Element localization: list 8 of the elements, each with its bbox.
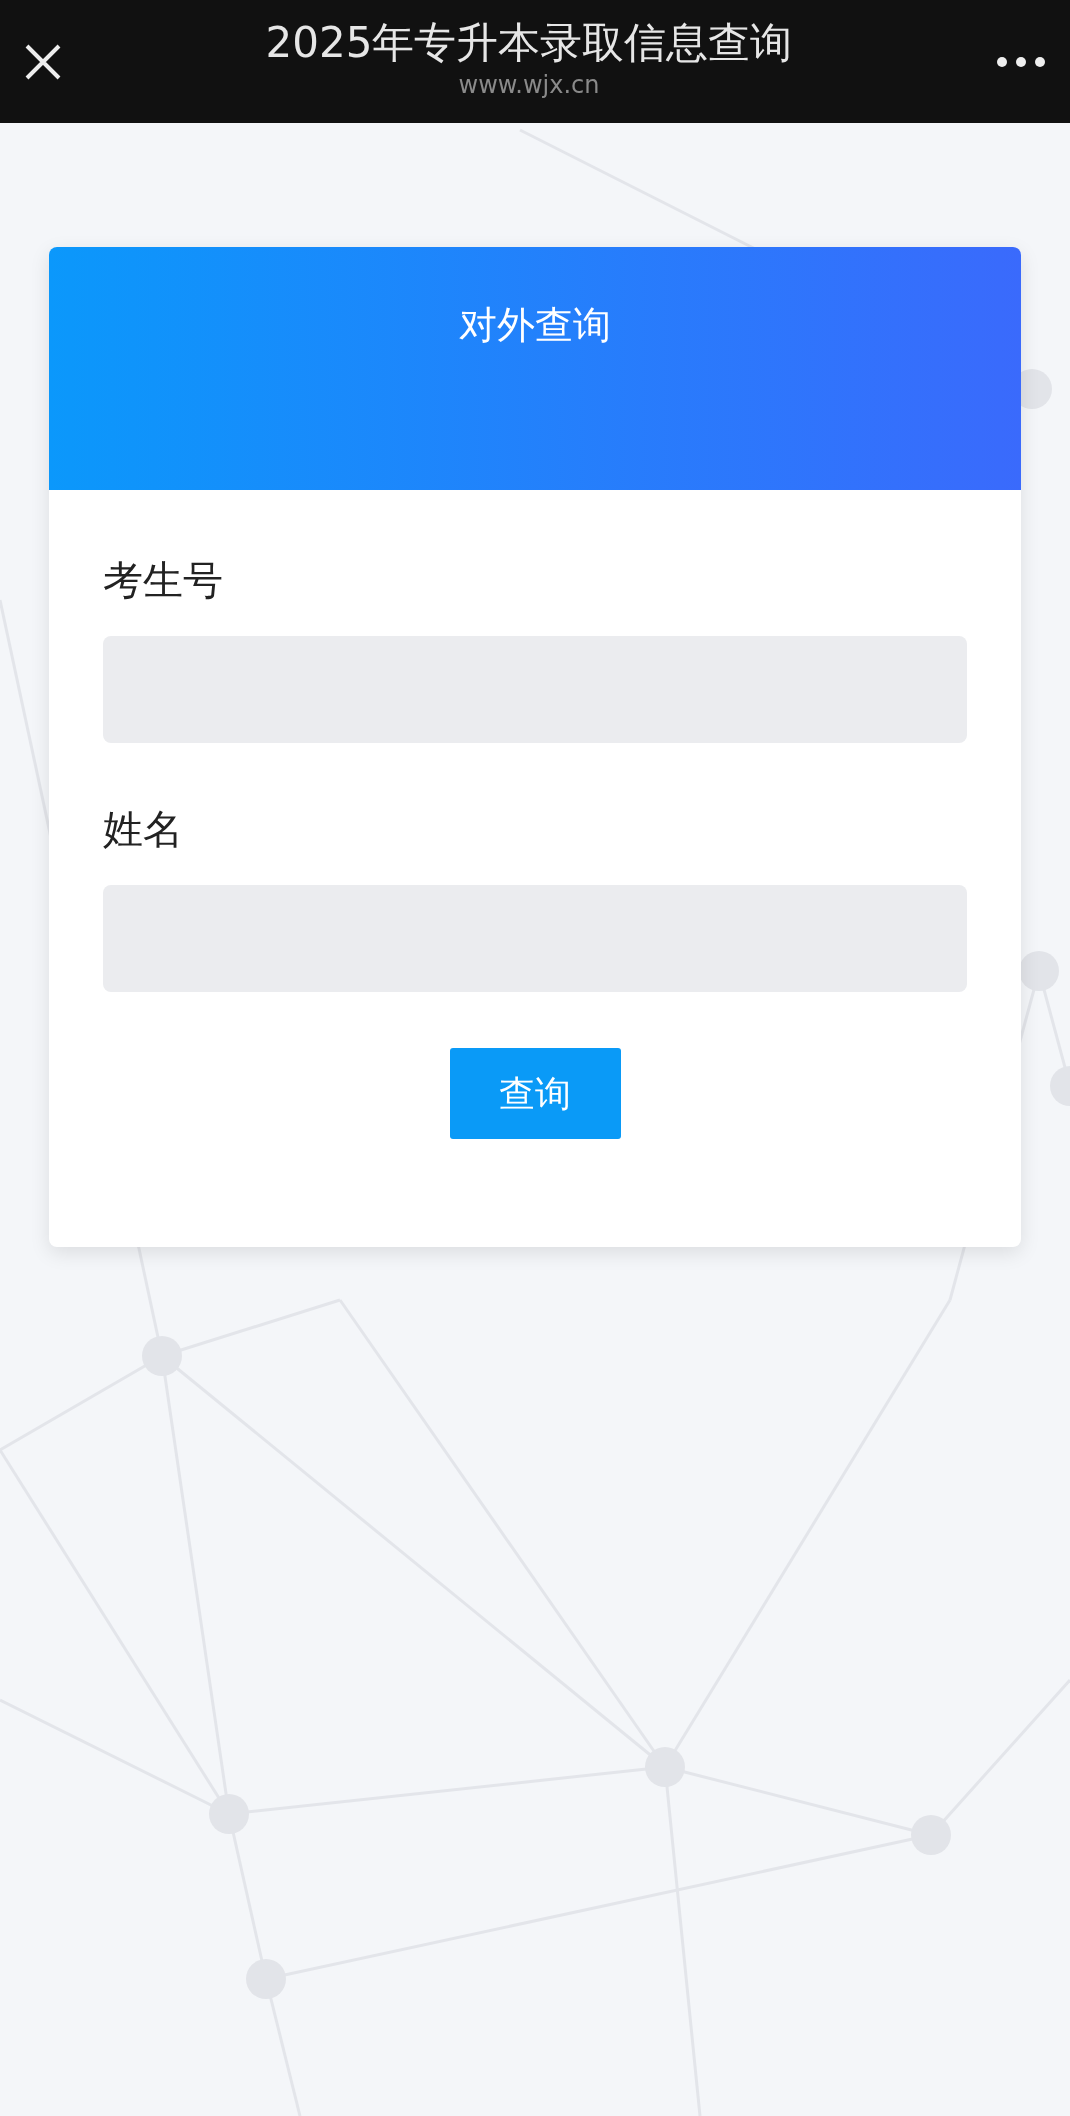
close-icon[interactable] (24, 42, 62, 81)
field-label: 考生号 (103, 556, 223, 605)
more-icon[interactable] (996, 55, 1046, 68)
field-label: 姓名 (103, 805, 183, 854)
page-url: www.wjx.cn (458, 69, 600, 101)
page-title: 2025年专升本录取信息查询 (265, 20, 793, 67)
card-title: 对外查询 (459, 303, 611, 347)
query-button[interactable]: 查询 (449, 1048, 621, 1139)
